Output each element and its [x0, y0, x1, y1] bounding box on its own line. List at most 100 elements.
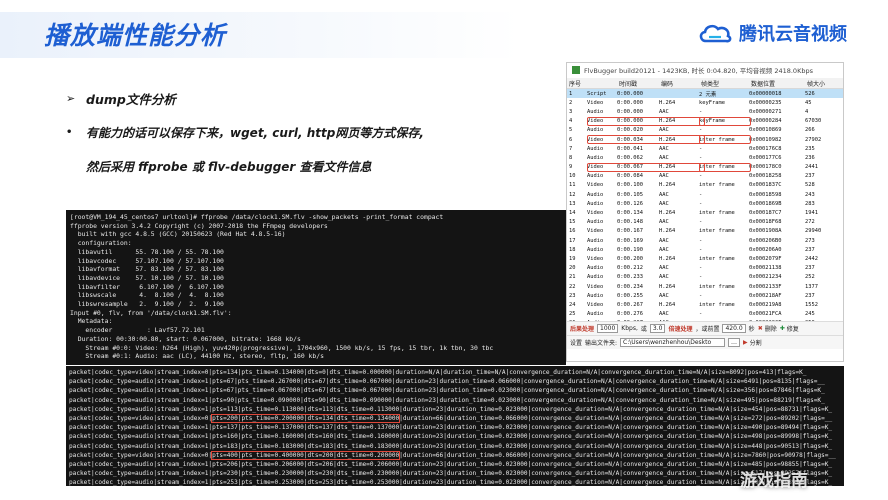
flv-cell: 0x00018598: [749, 191, 782, 198]
flv-cell: 0:00.084: [617, 173, 643, 180]
flv-cell: Audio: [587, 292, 604, 299]
flv-cell: AAC: [659, 108, 669, 115]
delete-icon: ✖: [757, 325, 763, 332]
flv-cell: Audio: [587, 265, 604, 272]
highlighted-timestamps: pts=200|pts_time=0.200000|dts=134|dts_ti…: [211, 414, 401, 424]
flv-table-row[interactable]: 16 Video 0:00.167 H.264 inter frame 0x0001908…: [567, 227, 843, 236]
flv-cell: -: [699, 200, 703, 207]
packet-line: packet|codec_type=video|stream_index=0|p…: [69, 414, 833, 424]
column-header[interactable]: 时间戳: [617, 79, 659, 88]
flv-table-row[interactable]: 21 Audio 0:00.233 AAC - 0x00021234 252: [567, 273, 843, 282]
flv-table-row[interactable]: 12 Audio 0:00.105 AAC - 0x00018598 243: [567, 190, 843, 199]
flv-cell: 0:00.167: [617, 228, 643, 235]
flv-cell: 0x000176C8: [749, 145, 782, 152]
flv-cell: 16: [569, 228, 576, 235]
terminal-line: libswscale 4. 8.100 / 4. 8.100: [70, 291, 224, 300]
flv-cell: 6: [569, 136, 573, 143]
delete-button[interactable]: ✖ 删除: [758, 324, 777, 333]
flv-cell: 1: [569, 90, 573, 97]
flv-cell: 0:00.134: [617, 210, 643, 217]
flv-cell: 0:00.000: [617, 108, 643, 115]
flv-cell: Audio: [587, 191, 604, 198]
flv-cell: 2441: [805, 164, 818, 171]
flv-table-row[interactable]: 17 Audio 0:00.169 AAC - 0x000206B0 273: [567, 236, 843, 245]
flv-cell: inter frame: [699, 301, 735, 308]
flv-cell: Audio: [587, 237, 604, 244]
flv-table-row[interactable]: 14 Video 0:00.134 H.264 inter frame 0x000187C…: [567, 208, 843, 217]
flv-table-row[interactable]: 19 Video 0:00.200 H.264 inter frame 0x0002079…: [567, 254, 843, 263]
flv-table-row[interactable]: 13 Audio 0:00.126 AAC - 0x0001869B 283: [567, 199, 843, 208]
split-button[interactable]: ▶ 分割: [743, 338, 762, 347]
kbps-input[interactable]: 1000: [597, 324, 619, 333]
flv-table-body[interactable]: 1 Script 0:00.000 2 元素 0x00000018 526 2 Video 0:…: [567, 89, 843, 321]
flv-table-row[interactable]: 8 Audio 0:00.062 AAC - 0x000177C6 236: [567, 153, 843, 162]
speed-input[interactable]: 3.0: [649, 324, 666, 333]
flv-table-row[interactable]: 20 Audio 0:00.212 AAC - 0x00021138 237: [567, 264, 843, 273]
flv-table-row[interactable]: 1 Script 0:00.000 2 元素 0x00000018 526: [567, 89, 843, 99]
flv-table-row[interactable]: 3 Audio 0:00.000 AAC - 0x00000271 4: [567, 107, 843, 116]
column-header[interactable]: 序号: [567, 79, 617, 88]
flv-table-row[interactable]: 22 Video 0:00.234 H.264 inter frame 0x0002133…: [567, 282, 843, 291]
app-icon: [572, 65, 580, 74]
flv-cell: 0:00.234: [617, 283, 643, 290]
column-header[interactable]: 帧类型: [699, 79, 749, 88]
packet-line: packet|codec_type=audio|stream_index=1|p…: [69, 396, 825, 404]
column-header[interactable]: 数据位置: [749, 79, 805, 88]
flv-cell: 237: [805, 265, 815, 272]
flv-cell: -: [699, 237, 703, 244]
highlight-box: [587, 116, 705, 126]
flv-table-row[interactable]: 11 Video 0:00.100 H.264 inter frame 0x0001837…: [567, 181, 843, 190]
terminal-line: Stream #0:0: Video: h264 (High), yuv420p…: [70, 343, 494, 352]
seconds-input[interactable]: 420.0: [722, 324, 746, 333]
flv-table-row[interactable]: 9 Video 0:00.067 H.264 inter frame 0x000178C0…: [567, 162, 843, 172]
column-header[interactable]: 编码: [659, 79, 699, 88]
repair-button[interactable]: ✚ 修复: [780, 324, 799, 333]
output-path-input[interactable]: C:\Users\wenzhenhou\Deskto: [620, 338, 726, 347]
flv-cell: 0:00.267: [617, 301, 643, 308]
speed-process-button[interactable]: 倍速处理: [668, 324, 692, 333]
flv-cell: 526: [805, 90, 815, 97]
flv-table-row[interactable]: 18 Audio 0:00.190 AAC - 0x000206A0 237: [567, 245, 843, 254]
flv-cell: AAC: [659, 219, 669, 226]
browse-button[interactable]: …: [728, 338, 741, 347]
flv-cell: 26: [567, 320, 587, 321]
flv-table-row[interactable]: 4 Video 0:00.000 H.264 keyFrame 0x00000284 670…: [567, 116, 843, 126]
flv-cell: Video: [587, 283, 604, 290]
flv-table-row[interactable]: 25 Audio 0:00.276 AAC -0x00021FCA 245: [567, 310, 843, 319]
flv-cell: 245: [805, 311, 815, 318]
split-label: 分割: [749, 340, 762, 347]
highlight-box: [587, 134, 705, 144]
flv-cell: -: [699, 292, 703, 299]
flv-table-row[interactable]: 2 Video 0:00.000 H.264 keyFrame 0x00000235 45: [567, 98, 843, 107]
flv-table-row[interactable]: 23 Audio 0:00.255 AAC - 0x000218AF 237: [567, 291, 843, 300]
flv-table-row[interactable]: 5 Audio 0:00.020 AAC - 0x00010869 266: [567, 126, 843, 135]
terminal-line: [root@VM_194_45_centos7 urltool]# ffprob…: [70, 213, 444, 221]
flv-table-row[interactable]: 24 Video 0:00.267 H.264 inter frame 0x000219A…: [567, 300, 843, 309]
flv-table-row[interactable]: 26Audio0:00.297AAC-0x000220CE250: [567, 319, 843, 321]
flv-cell: 0x0002079F: [749, 255, 782, 262]
flv-table-row[interactable]: 10 Audio 0:00.084 AAC - 0x00018258 237: [567, 172, 843, 181]
terminal-line: Stream #0:1: Audio: aac (LC), 44100 Hz, …: [70, 352, 324, 361]
flv-cell: 2 元素: [699, 91, 717, 98]
flv-cell: 1941: [805, 210, 818, 217]
flv-cell: 250: [805, 320, 841, 321]
flv-cell: 252: [805, 274, 815, 281]
terminal-line: built with gcc 4.8.5 (GCC) 20150623 (Red…: [70, 230, 286, 239]
arrow-bullet-icon: ➢: [66, 91, 76, 105]
flv-cell: Video: [587, 99, 604, 106]
slide-header: 播放端性能分析 腾讯云音视频: [0, 0, 888, 62]
column-header[interactable]: 帧大小: [805, 79, 841, 88]
flv-cell: 0:00.212: [617, 265, 643, 272]
flv-cell: 283: [805, 200, 815, 207]
packet-line: packet|codec_type=audio|stream_index=1|p…: [69, 470, 833, 478]
flv-cell: 5: [569, 127, 573, 134]
flv-cell: Audio: [587, 127, 604, 134]
flv-table-row[interactable]: 6 Video 0:00.034 H.264 inter frame 0x00010982…: [567, 134, 843, 144]
flv-cell: 528: [805, 182, 815, 189]
flv-cell: AAC: [659, 200, 669, 207]
terminal-line: libavformat 57. 83.100 / 57. 83.100: [70, 265, 224, 274]
flv-cell: 11: [569, 182, 576, 189]
settings-button[interactable]: 设置: [570, 338, 582, 347]
flv-table-row[interactable]: 15 Audio 0:00.148 AAC - 0x00018F68 272: [567, 218, 843, 227]
flv-table-row[interactable]: 7 Audio 0:00.041 AAC - 0x000176C8 235: [567, 144, 843, 153]
